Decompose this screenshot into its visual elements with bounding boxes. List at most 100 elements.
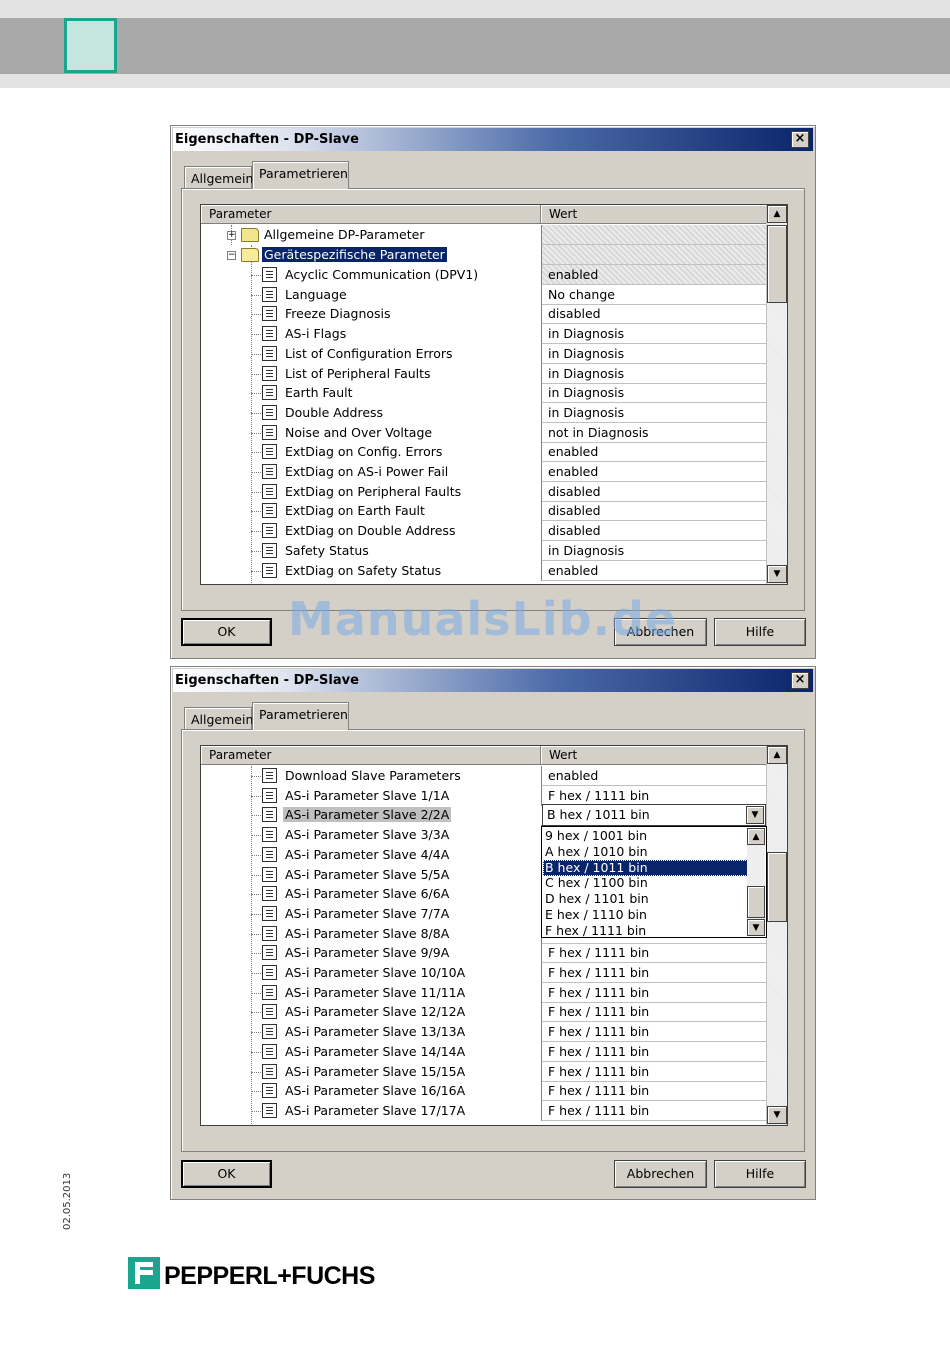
parameter-row[interactable]: Safety Status in Diagnosis xyxy=(201,540,767,561)
dropdown-option[interactable]: B hex / 1011 bin xyxy=(543,859,748,876)
title-bar[interactable]: Eigenschaften - DP-Slave × xyxy=(173,128,813,151)
parameter-row[interactable]: AS-i Parameter Slave 13/13A F hex / 1111 … xyxy=(201,1022,767,1043)
parameter-row[interactable]: List of Peripheral Faults in Diagnosis xyxy=(201,363,767,384)
parameter-value[interactable]: enabled xyxy=(541,462,767,482)
dropdown-option[interactable]: A hex / 1010 bin xyxy=(543,844,748,860)
parameter-row[interactable]: Earth Fault in Diagnosis xyxy=(201,383,767,404)
close-button[interactable]: × xyxy=(791,131,809,148)
tab-allgemein[interactable]: Allgemein xyxy=(184,707,253,729)
parameter-value[interactable]: enabled xyxy=(541,766,767,786)
parameter-value[interactable]: in Diagnosis xyxy=(541,324,767,345)
dropdown-option[interactable]: 9 hex / 1001 bin xyxy=(543,828,748,844)
parameter-value[interactable]: in Diagnosis xyxy=(541,402,767,423)
parameter-value[interactable]: enabled xyxy=(541,442,767,463)
parameter-row[interactable]: ExtDiag on Peripheral Faults disabled xyxy=(201,481,767,502)
parameter-row[interactable]: AS-i Flags in Diagnosis xyxy=(201,324,767,345)
parameter-row[interactable]: AS-i Parameter Slave 12/12A F hex / 1111 … xyxy=(201,1002,767,1023)
parameter-row[interactable]: ExtDiag on Safety Status enabled xyxy=(201,560,767,581)
parameter-value[interactable]: F hex / 1111 bin xyxy=(541,1022,767,1043)
parameter-value[interactable]: in Diagnosis xyxy=(541,343,767,364)
scroll-up-icon[interactable]: ▲ xyxy=(767,746,787,764)
parameter-row[interactable]: ExtDiag on Earth Fault disabled xyxy=(201,501,767,522)
parameter-row[interactable]: ExtDiag on Double Address disabled xyxy=(201,521,767,542)
parameter-row[interactable]: Freeze Diagnosis disabled xyxy=(201,304,767,325)
parameter-value[interactable]: disabled xyxy=(541,521,767,542)
tab-parametrieren[interactable]: Parametrieren xyxy=(252,702,349,730)
parameter-value[interactable]: enabled xyxy=(541,560,767,581)
parameter-value[interactable]: in Diagnosis xyxy=(541,540,767,561)
help-button[interactable]: Hilfe xyxy=(714,618,806,646)
parameter-value[interactable]: F hex / 1111 bin xyxy=(541,982,767,1003)
value-combobox[interactable]: B hex / 1011 bin ▼ xyxy=(542,804,766,827)
parameter-grid[interactable]: Parameter Wert + Allgemeine DP-Parameter… xyxy=(200,204,788,585)
ok-button[interactable]: OK xyxy=(181,1160,272,1188)
parameter-row[interactable]: Language No change xyxy=(201,284,767,305)
scroll-down-icon[interactable]: ▼ xyxy=(767,1106,787,1124)
parameter-row[interactable]: AS-i Parameter Slave 15/15A F hex / 1111 … xyxy=(201,1061,767,1082)
scroll-down-icon[interactable]: ▼ xyxy=(747,919,765,937)
section-marker xyxy=(64,18,117,73)
scroll-thumb[interactable] xyxy=(767,225,787,303)
column-header-wert[interactable]: Wert xyxy=(541,205,767,224)
parameter-value[interactable]: disabled xyxy=(541,481,767,502)
tree-folder-row[interactable]: − Gerätespezifische Parameter xyxy=(201,245,767,265)
parameter-value[interactable]: F hex / 1111 bin xyxy=(541,1002,767,1023)
parameter-row[interactable]: AS-i Parameter Slave 9/9A F hex / 1111 bi… xyxy=(201,943,767,964)
parameter-row[interactable]: List of Configuration Errors in Diagnosis xyxy=(201,343,767,364)
parameter-value[interactable]: disabled xyxy=(541,501,767,522)
parameter-value[interactable]: not in Diagnosis xyxy=(541,422,767,443)
parameter-row[interactable]: ExtDiag on Config. Errors enabled xyxy=(201,442,767,463)
column-header-parameter[interactable]: Parameter xyxy=(201,205,541,224)
column-header-wert[interactable]: Wert xyxy=(541,746,767,765)
parameter-value[interactable]: F hex / 1111 bin xyxy=(541,785,767,806)
value-dropdown-list[interactable]: 9 hex / 1001 bin A hex / 1010 bin B hex / … xyxy=(541,826,767,939)
close-button[interactable]: × xyxy=(791,672,809,689)
help-button[interactable]: Hilfe xyxy=(714,1160,806,1188)
parameter-value[interactable]: F hex / 1111 bin xyxy=(541,943,767,964)
vertical-scrollbar[interactable]: ▲ ▼ xyxy=(766,205,787,584)
scroll-thumb[interactable] xyxy=(747,886,765,919)
cancel-button[interactable]: Abbrechen xyxy=(614,1160,707,1188)
dropdown-scrollbar[interactable]: ▲ ▼ xyxy=(747,828,765,937)
collapse-minus-icon[interactable]: − xyxy=(227,251,236,260)
parameter-row[interactable]: AS-i Parameter Slave 14/14A F hex / 1111 … xyxy=(201,1041,767,1062)
vertical-scrollbar[interactable]: ▲ ▼ xyxy=(766,746,787,1125)
parameter-value[interactable]: F hex / 1111 bin xyxy=(541,963,767,983)
scroll-thumb[interactable] xyxy=(767,852,787,922)
scroll-up-icon[interactable]: ▲ xyxy=(767,205,787,223)
tree-folder-row[interactable]: + Allgemeine DP-Parameter xyxy=(201,225,767,245)
dropdown-option[interactable]: D hex / 1101 bin xyxy=(543,891,748,907)
parameter-value[interactable]: F hex / 1111 bin xyxy=(541,1100,767,1121)
parameter-value[interactable]: F hex / 1111 bin xyxy=(541,1041,767,1062)
parameter-row[interactable]: AS-i Parameter Slave 17/17A F hex / 1111 … xyxy=(201,1100,767,1121)
dropdown-option[interactable]: E hex / 1110 bin xyxy=(543,907,748,923)
tab-allgemein[interactable]: Allgemein xyxy=(184,166,253,188)
title-bar[interactable]: Eigenschaften - DP-Slave × xyxy=(173,669,813,692)
dropdown-option[interactable]: C hex / 1100 bin xyxy=(543,875,748,891)
parameter-row[interactable]: AS-i Parameter Slave 11/11A F hex / 1111 … xyxy=(201,982,767,1003)
parameter-row[interactable]: Download Slave Parameters enabled xyxy=(201,766,767,786)
column-header-parameter[interactable]: Parameter xyxy=(201,746,541,765)
tab-parametrieren[interactable]: Parametrieren xyxy=(252,161,349,189)
scroll-down-icon[interactable]: ▼ xyxy=(767,565,787,583)
parameter-value[interactable]: No change xyxy=(541,284,767,305)
parameter-value[interactable]: in Diagnosis xyxy=(541,363,767,384)
ok-button[interactable]: OK xyxy=(181,618,272,646)
parameter-value[interactable]: in Diagnosis xyxy=(541,383,767,404)
expand-plus-icon[interactable]: + xyxy=(227,231,236,240)
parameter-row[interactable]: Acyclic Communication (DPV1) enabled xyxy=(201,265,767,285)
parameter-row[interactable]: AS-i Parameter Slave 16/16A F hex / 1111 … xyxy=(201,1081,767,1102)
parameter-row[interactable]: AS-i Parameter Slave 1/1A F hex / 1111 bi… xyxy=(201,785,767,806)
parameter-value[interactable]: disabled xyxy=(541,304,767,325)
chevron-down-icon[interactable]: ▼ xyxy=(746,806,764,825)
parameter-row[interactable]: ExtDiag on AS-i Power Fail enabled xyxy=(201,462,767,482)
parameter-value[interactable]: enabled xyxy=(541,265,767,285)
parameter-row[interactable]: Noise and Over Voltage not in Diagnosis xyxy=(201,422,767,443)
scroll-up-icon[interactable]: ▲ xyxy=(747,828,765,846)
parameter-value[interactable]: F hex / 1111 bin xyxy=(541,1061,767,1082)
parameter-grid[interactable]: Parameter Wert Download Slave Parameters… xyxy=(200,745,788,1126)
parameter-value[interactable]: F hex / 1111 bin xyxy=(541,1081,767,1102)
parameter-row[interactable]: AS-i Parameter Slave 10/10A F hex / 1111 … xyxy=(201,963,767,983)
dropdown-option[interactable]: F hex / 1111 bin xyxy=(543,923,748,939)
parameter-row[interactable]: Double Address in Diagnosis xyxy=(201,402,767,423)
